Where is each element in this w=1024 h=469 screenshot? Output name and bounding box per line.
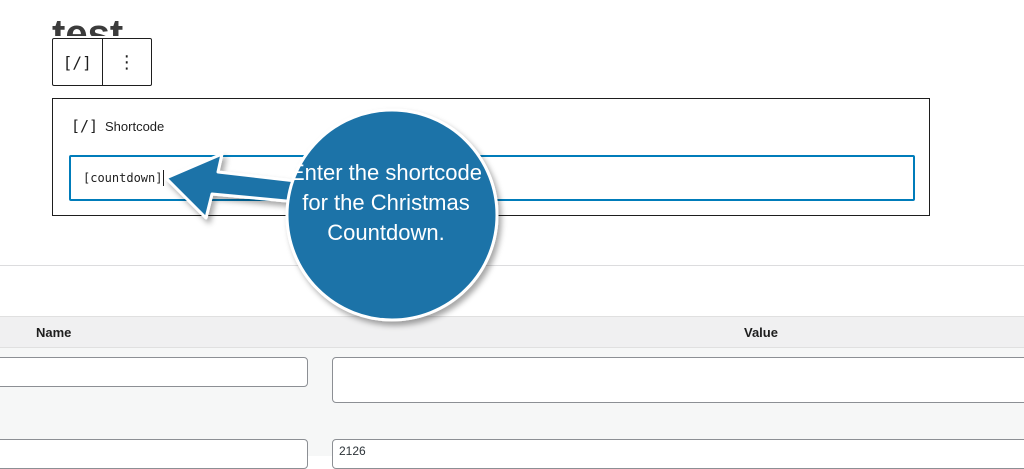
custom-field-name-input[interactable] xyxy=(0,357,308,387)
shortcode-icon: [/] xyxy=(71,117,99,135)
custom-fields-panel: Name Value 2126 xyxy=(0,316,1024,469)
shortcode-block-label: [/] Shortcode xyxy=(71,117,164,135)
shortcode-input-value: [countdown] xyxy=(83,171,163,185)
more-vertical-icon: ⋮ xyxy=(117,51,136,73)
shortcode-block[interactable]: [/] Shortcode [countdown] xyxy=(52,98,930,216)
shortcode-input[interactable]: [countdown] xyxy=(69,155,915,201)
more-options-button[interactable]: ⋮ xyxy=(101,39,152,85)
custom-field-name-input[interactable] xyxy=(0,439,308,469)
column-header-name: Name xyxy=(36,325,72,340)
section-divider xyxy=(0,265,1024,266)
shortcode-label-text: Shortcode xyxy=(105,118,165,134)
shortcode-icon: [/] xyxy=(62,52,92,72)
post-title[interactable]: test xyxy=(52,14,123,36)
custom-field-value-textarea[interactable]: 2126 xyxy=(332,439,1024,469)
block-toolbar: [/] ⋮ xyxy=(52,38,152,86)
custom-fields-header: Name Value xyxy=(0,316,1024,348)
callout-text: Enter the shortcode for the Christmas Co… xyxy=(289,160,482,245)
text-caret xyxy=(163,170,165,186)
custom-field-value-textarea[interactable] xyxy=(332,357,1024,403)
shortcode-block-type-button[interactable]: [/] xyxy=(53,39,102,85)
column-header-value: Value xyxy=(744,325,778,340)
